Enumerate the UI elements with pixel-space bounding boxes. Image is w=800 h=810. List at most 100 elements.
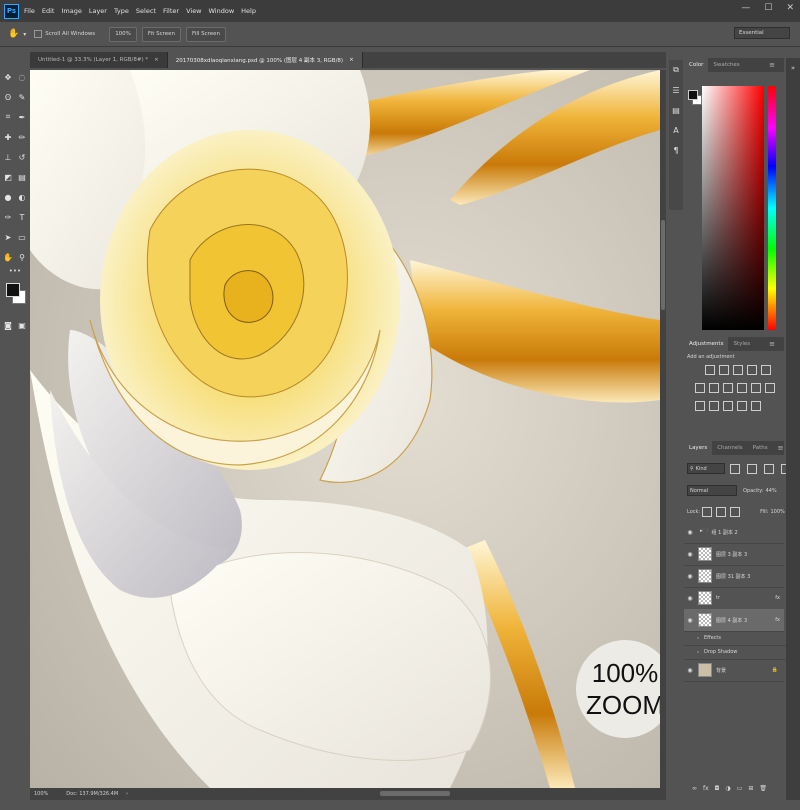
eye-icon[interactable]: ◉ [684,551,696,558]
vertical-scroll-thumb[interactable] [661,220,665,310]
menu-layer[interactable]: Layer [89,7,107,15]
properties-icon[interactable]: ☰ [669,80,683,100]
zoom-tool-icon[interactable]: ⚲ [17,252,27,262]
link-layers-icon[interactable]: ∞ [692,785,697,792]
layer-effect-row[interactable]: ◦ Effects [684,631,792,646]
layer-row[interactable]: ◉ 图层 4 副本 3 fx [684,609,784,632]
curves-icon[interactable] [733,365,743,375]
posterize-icon[interactable] [709,401,719,411]
maximize-icon[interactable]: ☐ [764,3,772,13]
dodge-tool-icon[interactable]: ◐ [17,192,27,202]
levels-icon[interactable] [719,365,729,375]
layer-name[interactable]: 图层 3 副本 3 [716,551,747,558]
opacity-field[interactable]: 44% [766,488,777,494]
eyedropper-tool-icon[interactable]: ✒ [17,112,27,122]
history-brush-tool-icon[interactable]: ↺ [17,152,27,162]
tab-adjustments[interactable]: Adjustments [684,337,729,351]
selective-color-icon[interactable] [751,401,761,411]
folder-icon[interactable]: ▸🗀 [700,528,708,536]
workspace-switcher[interactable]: Essential [734,27,790,39]
channel-mixer-icon[interactable] [751,383,761,393]
brightness-icon[interactable] [705,365,715,375]
lock-all-icon[interactable] [730,507,741,517]
effect-visibility-icon[interactable]: ◦ [692,649,704,656]
brush-tool-icon[interactable]: ✏ [17,132,27,142]
tab-swatches[interactable]: Swatches [708,58,744,72]
quick-select-tool-icon[interactable]: ✎ [17,92,27,102]
layer-name[interactable]: tr [716,595,720,601]
fill-field[interactable]: 100% [770,509,784,515]
close-icon[interactable]: ✕ [786,3,794,13]
paragraph-icon[interactable]: ¶ [669,140,683,160]
filter-type-icon[interactable] [764,463,774,474]
eye-icon[interactable]: ◉ [684,595,696,602]
menu-type[interactable]: Type [114,7,129,15]
photo-filter-icon[interactable] [737,383,747,393]
layer-name[interactable]: 背景 [716,667,726,674]
kind-filter-dropdown[interactable]: ⚲ Kind [687,463,725,474]
layer-thumbnail[interactable] [698,547,712,561]
fx-icon[interactable]: fx [703,785,709,792]
collapse-panels-icon[interactable]: » [786,64,800,72]
tab-untitled[interactable]: Untitled-1 @ 33.3% (Layer 1, RGB/8#) * × [30,52,168,68]
effect-visibility-icon[interactable]: ◦ [692,635,704,642]
screen-mode-icon[interactable]: ▣ [17,320,27,330]
layer-thumbnail[interactable] [698,613,712,627]
blend-mode-select[interactable]: Normal [687,485,737,496]
black-white-icon[interactable] [723,383,733,393]
color-lookup-icon[interactable] [765,383,775,393]
more-tools-icon[interactable]: ••• [0,267,30,281]
hand-tool-icon[interactable]: ✋ [3,252,13,262]
shape-tool-icon[interactable]: ▭ [17,232,27,242]
tab-color[interactable]: Color [684,58,709,72]
tab-layers[interactable]: Layers [684,441,713,455]
close-icon[interactable]: × [349,57,354,63]
layer-fx-badge[interactable]: fx [775,617,780,623]
status-zoom[interactable]: 100% [34,791,48,797]
lasso-tool-icon[interactable]: ʘ [3,92,13,102]
lock-pixels-icon[interactable] [702,507,713,517]
invert-icon[interactable] [695,401,705,411]
eye-icon[interactable]: ◉ [684,529,696,536]
eye-icon[interactable]: ◉ [684,573,696,580]
vibrance-icon[interactable] [761,365,771,375]
document-canvas[interactable]: 100% ZOOM [30,70,660,788]
color-swatches[interactable] [0,281,30,315]
menu-filter[interactable]: Filter [163,7,179,15]
layer-row[interactable]: ◉ tr fx [684,587,784,610]
layer-name[interactable]: 图层 31 副本 3 [716,573,750,580]
fill-screen-button[interactable]: Fill Screen [186,26,227,42]
marquee-tool-icon[interactable]: ◌ [17,72,27,82]
layer-row[interactable]: ◉ 图层 3 副本 3 [684,543,784,566]
character-icon[interactable]: A [669,120,683,140]
menu-window[interactable]: Window [209,7,235,15]
layer-row[interactable]: ◉ 背景 🔒 [684,659,784,682]
crop-tool-icon[interactable]: ⌗ [3,112,13,122]
tab-paths[interactable]: Paths [748,441,773,455]
pen-tool-icon[interactable]: ✑ [3,212,13,222]
layer-name[interactable]: 图层 4 副本 3 [716,617,747,624]
zoom-100-button[interactable]: 100% [109,26,137,42]
add-mask-icon[interactable]: ◘ [715,785,720,792]
fg-color-chip[interactable] [688,90,698,100]
trash-icon[interactable]: 🗑 [759,785,767,792]
vertical-scrollbar[interactable] [660,70,666,788]
threshold-icon[interactable] [723,401,733,411]
move-tool-icon[interactable]: ✥ [3,72,13,82]
filter-adjust-icon[interactable] [747,463,757,474]
layer-thumbnail[interactable] [698,569,712,583]
status-menu-arrow-icon[interactable]: › [126,791,128,797]
menu-view[interactable]: View [186,7,201,15]
libraries-icon[interactable]: ▤ [669,100,683,120]
hue-saturation-icon[interactable] [695,383,705,393]
layer-row[interactable]: ◉ 图层 31 副本 3 [684,565,784,588]
menu-help[interactable]: Help [241,7,256,15]
close-icon[interactable]: × [154,57,159,63]
eraser-tool-icon[interactable]: ◩ [3,172,13,182]
stamp-tool-icon[interactable]: ⊥ [3,152,13,162]
lock-position-icon[interactable] [716,507,727,517]
type-tool-icon[interactable]: T [17,212,27,222]
tab-psd[interactable]: 20170308xdlaoqianxiang.psd @ 100% (图层 4 … [167,52,363,68]
panel-menu-icon[interactable]: ≡ [764,58,780,72]
tab-styles[interactable]: Styles [728,337,755,351]
